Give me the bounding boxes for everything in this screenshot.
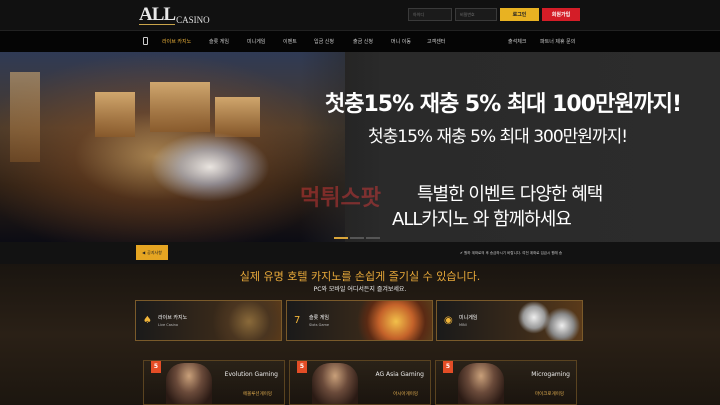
hero-tagline: 특별한 이벤트 다양한 혜택 (417, 184, 603, 205)
mobile-icon[interactable] (143, 37, 148, 45)
hero-headline: 첫충15% 재충 5% 최대 100만원까지! (325, 92, 682, 117)
provider-asia-gaming[interactable]: 5 AG Asia Gaming 아시아게이밍 (289, 360, 431, 405)
nav-customer-center[interactable]: 고객센터 (427, 38, 445, 45)
provider-microgaming[interactable]: 5 Microgaming 마이크로게이밍 (435, 360, 577, 405)
nav-event[interactable]: 이벤트 (283, 38, 297, 45)
hotel-building (150, 82, 210, 132)
logo-sub-text: CASINO (176, 15, 210, 25)
hotel-building (95, 92, 135, 137)
html5-icon: 5 (151, 361, 161, 373)
hero-banner[interactable]: 첫충15% 재충 5% 최대 100만원까지! 첫충15% 재충 5% 최대 3… (0, 52, 720, 242)
section-subtitle: PC와 모바일 어디서든지 즐겨보세요. (313, 286, 407, 293)
hotel-building (10, 72, 40, 162)
notice-badge-label: 공지사항 (147, 249, 162, 255)
nav-deposit[interactable]: 입금 신청 (314, 38, 334, 45)
section-title: 실제 유명 호텔 카지노를 손쉽게 즐기실 수 있습니다. (239, 270, 481, 283)
logo-main-text: ALL (139, 4, 176, 25)
ball-icon: ◉ (444, 315, 453, 326)
provider-evolution[interactable]: 5 Evolution Gaming 에볼루션게이밍 (143, 360, 285, 405)
nav-slot-game[interactable]: 슬롯 게임 (209, 38, 229, 45)
provider-name: 아시아게이밍 (393, 392, 418, 397)
html5-icon: 5 (297, 361, 307, 373)
top-header: ALL CASINO 로그인 회원가입 (0, 0, 720, 30)
card-title: 슬롯 게임 (309, 315, 329, 321)
dealer-image (458, 363, 504, 404)
megaphone-icon: ◀ (142, 250, 146, 255)
provider-logo: Microgaming (531, 371, 570, 378)
card-subtitle: Slots Game (309, 323, 330, 327)
slider-dot[interactable] (366, 237, 380, 239)
roulette-image (201, 301, 281, 340)
nav-live-casino[interactable]: 라이브 카지노 (162, 38, 191, 45)
lottery-balls-image (502, 301, 582, 340)
nav-withdraw[interactable]: 출금 신청 (353, 38, 373, 45)
site-logo[interactable]: ALL CASINO (139, 5, 210, 25)
hotel-building (215, 97, 260, 137)
slider-dot[interactable] (334, 237, 348, 239)
notice-ticker: ✔ 원하 계좌로의 후 송금하시기 바랍니다. 여전 계좌로 입금시 원래 송 (460, 251, 563, 255)
provider-logo: Evolution Gaming (224, 371, 278, 378)
nav-minigame[interactable]: 미니게임 (247, 38, 265, 45)
dealer-image (166, 363, 212, 404)
slider-dot[interactable] (350, 237, 364, 239)
username-input[interactable] (408, 8, 452, 21)
provider-name: 마이크로게이밍 (535, 392, 564, 397)
card-subtitle: MINI (459, 323, 467, 327)
card-minigame[interactable]: ◉ 미니게임 MINI (436, 300, 583, 341)
password-input[interactable] (455, 8, 497, 21)
slot-coins-image (352, 301, 432, 340)
main-section: 실제 유명 호텔 카지노를 손쉽게 즐기실 수 있습니다. PC와 모바일 어디… (0, 264, 720, 405)
fountain-light (150, 132, 270, 202)
slider-dots (334, 237, 380, 239)
html5-icon: 5 (443, 361, 453, 373)
notice-badge[interactable]: ◀ 공지사항 (136, 245, 168, 260)
card-subtitle: Live Casino (158, 323, 179, 327)
notice-bar: ◀ 공지사항 ✔ 원하 계좌로의 후 송금하시기 바랍니다. 여전 계좌로 입금… (0, 242, 720, 264)
nav-attendance[interactable]: 출석체크 (508, 38, 526, 45)
card-live-casino[interactable]: ♠ 라이브 카지노 Live Casino (135, 300, 282, 341)
watermark-text: 먹튀스팟 (300, 186, 381, 211)
spade-icon: ♠ (143, 315, 152, 326)
provider-logo: AG Asia Gaming (375, 371, 425, 378)
card-title: 라이브 카지노 (158, 315, 188, 321)
join-button[interactable]: 회원가입 (542, 8, 580, 21)
seven-icon: 7 (294, 315, 301, 326)
hero-tagline-2: ALL카지노 와 함께하세요 (392, 209, 572, 230)
card-slot-game[interactable]: 7 슬롯 게임 Slots Game (286, 300, 433, 341)
city-night-image (0, 52, 345, 242)
main-nav: 라이브 카지노 슬롯 게임 미니게임 이벤트 입금 신청 출금 신청 머니 이동… (0, 30, 720, 52)
nav-money-transfer[interactable]: 머니 이동 (391, 38, 411, 45)
provider-name: 에볼루션게이밍 (243, 392, 272, 397)
card-title: 미니게임 (459, 315, 478, 321)
hero-subheadline: 첫충15% 재충 5% 최대 300만원까지! (368, 127, 628, 147)
dealer-image (312, 363, 358, 404)
nav-partner[interactable]: 파트너 제휴 문의 (540, 38, 575, 45)
login-button[interactable]: 로그인 (500, 8, 539, 21)
